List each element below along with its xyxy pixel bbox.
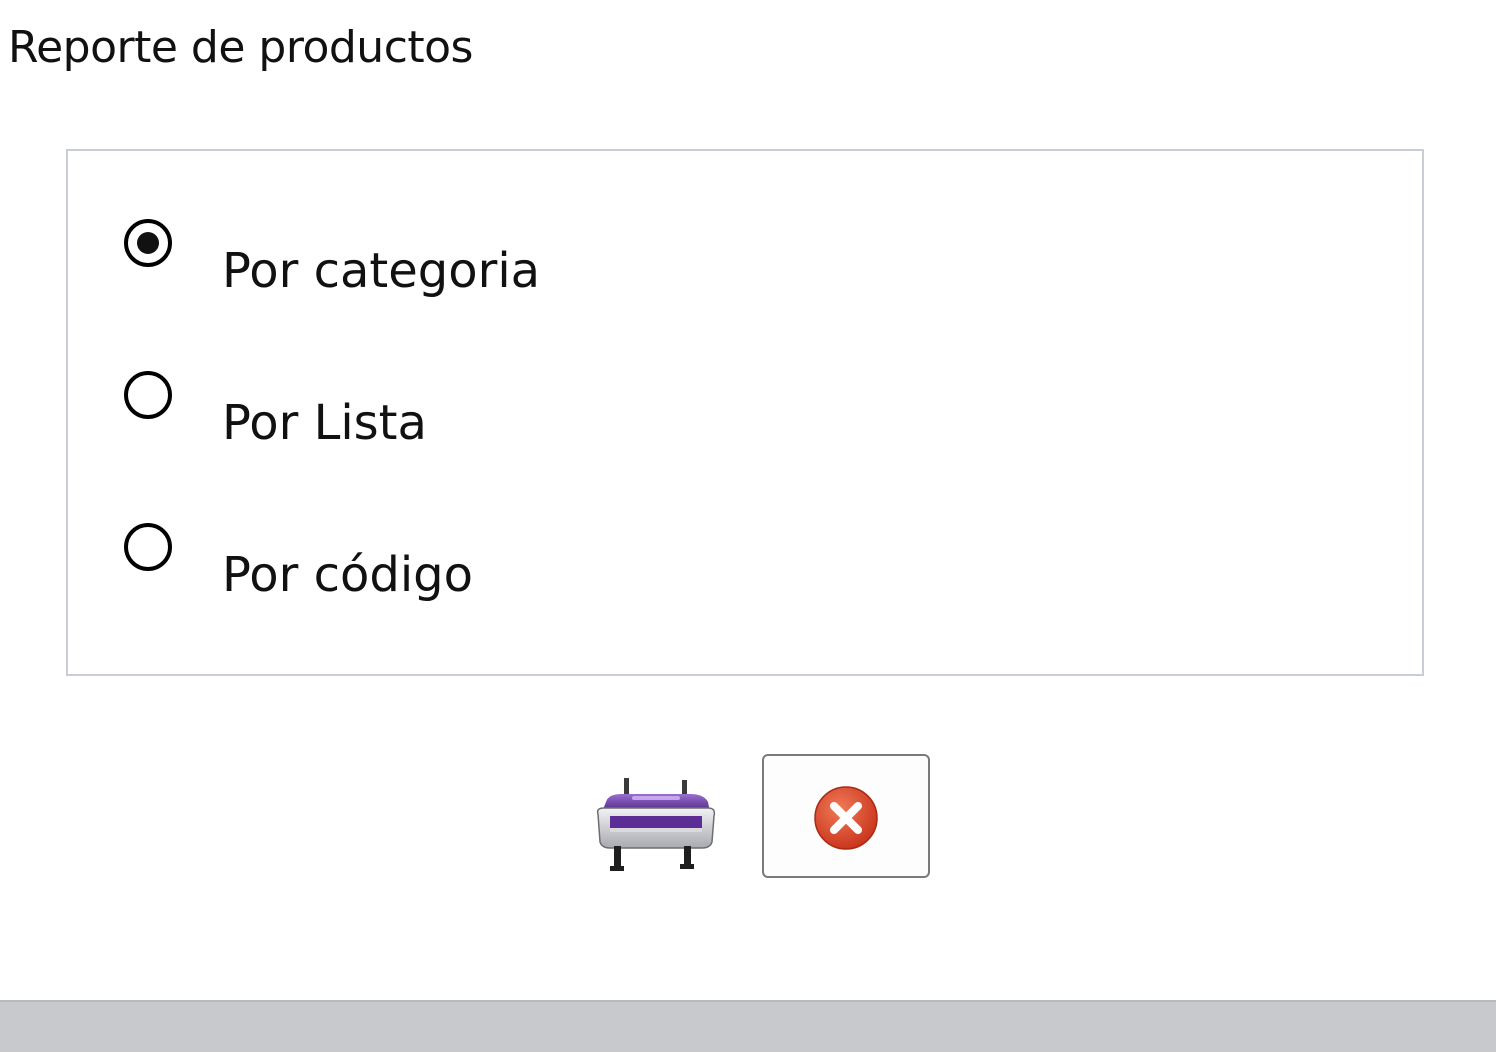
status-bar	[0, 1000, 1496, 1052]
radio-button[interactable]	[124, 219, 172, 267]
radio-por-lista[interactable]: Por Lista	[124, 371, 824, 451]
close-button[interactable]	[762, 754, 930, 878]
radio-por-categoria[interactable]: Por categoria	[124, 219, 824, 299]
radio-selected-dot	[137, 232, 159, 254]
radio-label: Por categoria	[222, 243, 541, 299]
radio-button[interactable]	[124, 523, 172, 571]
close-circle-icon	[814, 786, 878, 850]
radio-label: Por Lista	[222, 395, 427, 451]
radio-por-codigo[interactable]: Por código	[124, 523, 824, 603]
radio-label: Por código	[222, 547, 473, 603]
radio-button[interactable]	[124, 371, 172, 419]
print-button[interactable]	[592, 772, 720, 876]
report-options-group: Por categoria Por Lista Por código	[66, 149, 1424, 676]
printer-icon	[596, 778, 716, 871]
dialog-title: Reporte de productos	[8, 22, 473, 73]
